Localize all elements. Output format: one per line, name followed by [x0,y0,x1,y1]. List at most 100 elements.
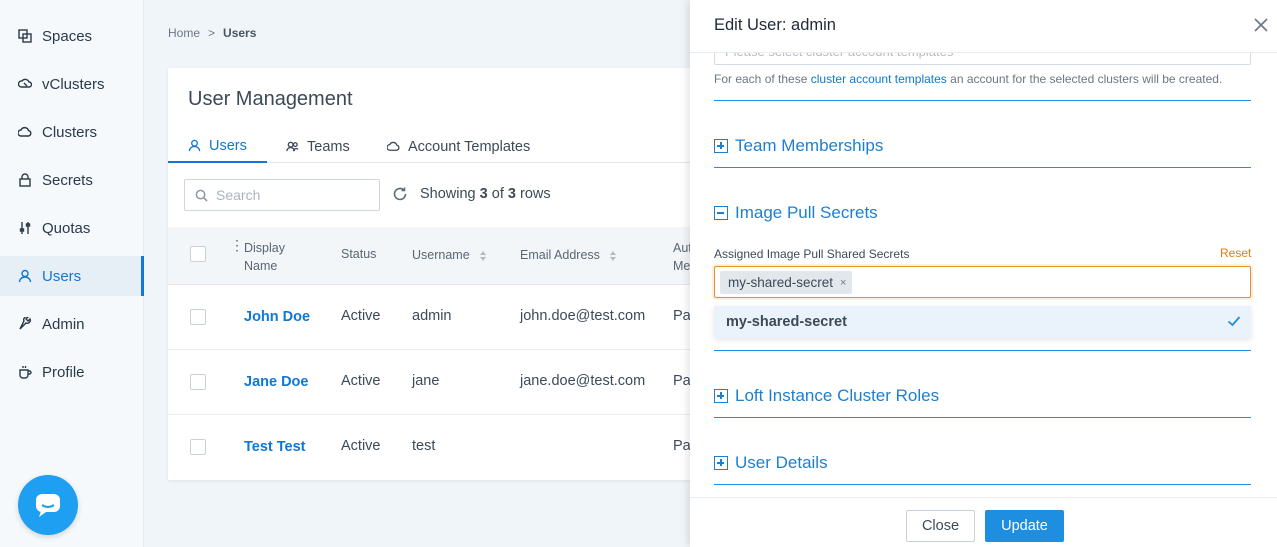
user-icon [18,269,32,283]
user-status: Active [341,308,381,324]
table-row[interactable]: Jane Doe Active jane jane.doe@test.com P… [168,350,728,415]
cloud-icon [387,141,400,151]
select-all-checkbox[interactable] [190,246,206,262]
section-team-memberships[interactable]: Team Memberships [714,136,883,156]
sidebar-item-admin[interactable]: Admin [0,304,144,344]
sidebar-item-spaces[interactable]: Spaces [0,16,144,56]
sidebar-item-secrets[interactable]: Secrets [0,160,144,200]
table-row[interactable]: Test Test Active test Pa [168,415,728,480]
search-input[interactable]: Search [184,179,380,211]
lock-icon [18,173,32,187]
drawer-header: Edit User: admin [690,0,1277,53]
user-name-link[interactable]: Jane Doe [244,374,308,390]
sidebar-item-users[interactable]: Users [0,256,144,296]
rows-shown: 3 [479,186,488,202]
section-label: Team Memberships [735,136,884,155]
remove-tag-icon[interactable]: × [840,277,846,289]
column-menu-icon[interactable]: ⋮ [230,237,244,254]
close-button[interactable]: Close [906,510,975,542]
breadcrumb-home[interactable]: Home [168,26,200,40]
collapse-icon [714,206,728,220]
column-email[interactable]: Email Address [520,248,617,262]
sidebar-item-label: Admin [42,315,85,333]
sidebar-item-label: Quotas [42,219,91,237]
sidebar: Spaces vClusters Clusters Secrets Quotas… [0,0,144,547]
help-text: For each of these cluster account templa… [714,72,1222,86]
refresh-icon[interactable] [392,186,408,202]
divider [714,167,1251,168]
breadcrumb: Home > Users [168,26,256,40]
sidebar-item-quotas[interactable]: Quotas [0,208,144,248]
column-status[interactable]: Status [341,247,376,261]
tab-label: Users [209,137,247,154]
cluster-account-templates-link[interactable]: cluster account templates [811,72,947,86]
edit-user-drawer: Edit User: admin Please select cluster a… [690,0,1277,547]
chat-button[interactable] [18,475,78,535]
drawer-footer: Close Update [690,497,1277,547]
sidebar-item-label: Secrets [42,171,93,189]
user-icon [188,139,201,152]
tab-users[interactable]: Users [168,130,267,163]
tag-label: my-shared-secret [728,275,834,290]
sidebar-item-label: Profile [42,363,85,381]
user-management-card: User Management Users Teams Account Temp… [168,68,728,480]
dropdown-option[interactable]: my-shared-secret [714,306,1251,338]
help-text-before: For each of these [714,72,811,86]
rows-count-prefix: Showing [420,186,476,202]
sidebar-item-label: vClusters [42,75,105,93]
sort-icon [610,250,617,261]
column-display-name[interactable]: Display Name [244,239,285,275]
coffee-icon [18,365,32,379]
table-row[interactable]: John Doe Active admin john.doe@test.com … [168,285,728,350]
section-cluster-roles[interactable]: Loft Instance Cluster Roles [714,386,939,406]
tab-label: Teams [307,138,350,155]
tab-teams[interactable]: Teams [286,130,350,163]
rows-count: Showing 3 of 3 rows [420,186,551,202]
cluster-account-templates-select[interactable]: Please select cluster account templates [714,53,1251,65]
sort-icon [480,250,487,261]
section-user-details[interactable]: User Details [714,453,828,473]
sidebar-item-vclusters[interactable]: vClusters [0,64,144,104]
tab-label: Account Templates [408,138,531,155]
wrench-icon [18,317,32,331]
sidebar-item-profile[interactable]: Profile [0,352,144,392]
close-icon[interactable] [1254,18,1268,32]
sidebar-item-clusters[interactable]: Clusters [0,112,144,152]
column-username-label: Username [412,248,470,262]
section-label: Image Pull Secrets [735,203,878,222]
sidebar-item-label: Spaces [42,27,93,45]
search-icon [195,189,208,202]
row-checkbox[interactable] [190,309,206,325]
rows-total: 3 [507,186,516,202]
sidebar-item-label: Clusters [42,123,98,141]
field-label: Assigned Image Pull Shared Secrets [714,247,910,261]
tab-account-templates[interactable]: Account Templates [387,130,530,163]
user-auth: Pa [673,308,691,324]
image-pull-secrets-select[interactable]: my-shared-secret × [714,266,1251,298]
reset-button[interactable]: Reset [1220,246,1251,260]
sidebar-item-label: Users [42,267,82,285]
tab-bar: Users Teams Account Templates [168,130,728,163]
user-status: Active [341,373,381,389]
sliders-icon [18,221,32,235]
update-button[interactable]: Update [985,510,1064,542]
column-auth-line1: Aut [673,241,692,255]
section-image-pull-secrets[interactable]: Image Pull Secrets [714,203,878,223]
vcluster-icon [18,77,32,91]
user-auth: Pa [673,373,691,389]
row-checkbox[interactable] [190,374,206,390]
section-label: Loft Instance Cluster Roles [735,386,940,405]
divider [714,100,1251,101]
cloud-icon [18,125,32,139]
user-email: jane.doe@test.com [520,373,646,389]
option-label: my-shared-secret [726,314,847,330]
expand-icon [714,139,728,153]
user-name-link[interactable]: John Doe [244,309,310,325]
column-display-name-line2: Name [244,259,278,273]
user-name-link[interactable]: Test Test [244,439,306,455]
drawer-title: Edit User: admin [714,16,836,34]
section-label: User Details [735,453,828,472]
row-checkbox[interactable] [190,439,206,455]
column-auth[interactable]: Aut Me [673,239,692,275]
column-username[interactable]: Username [412,248,487,262]
